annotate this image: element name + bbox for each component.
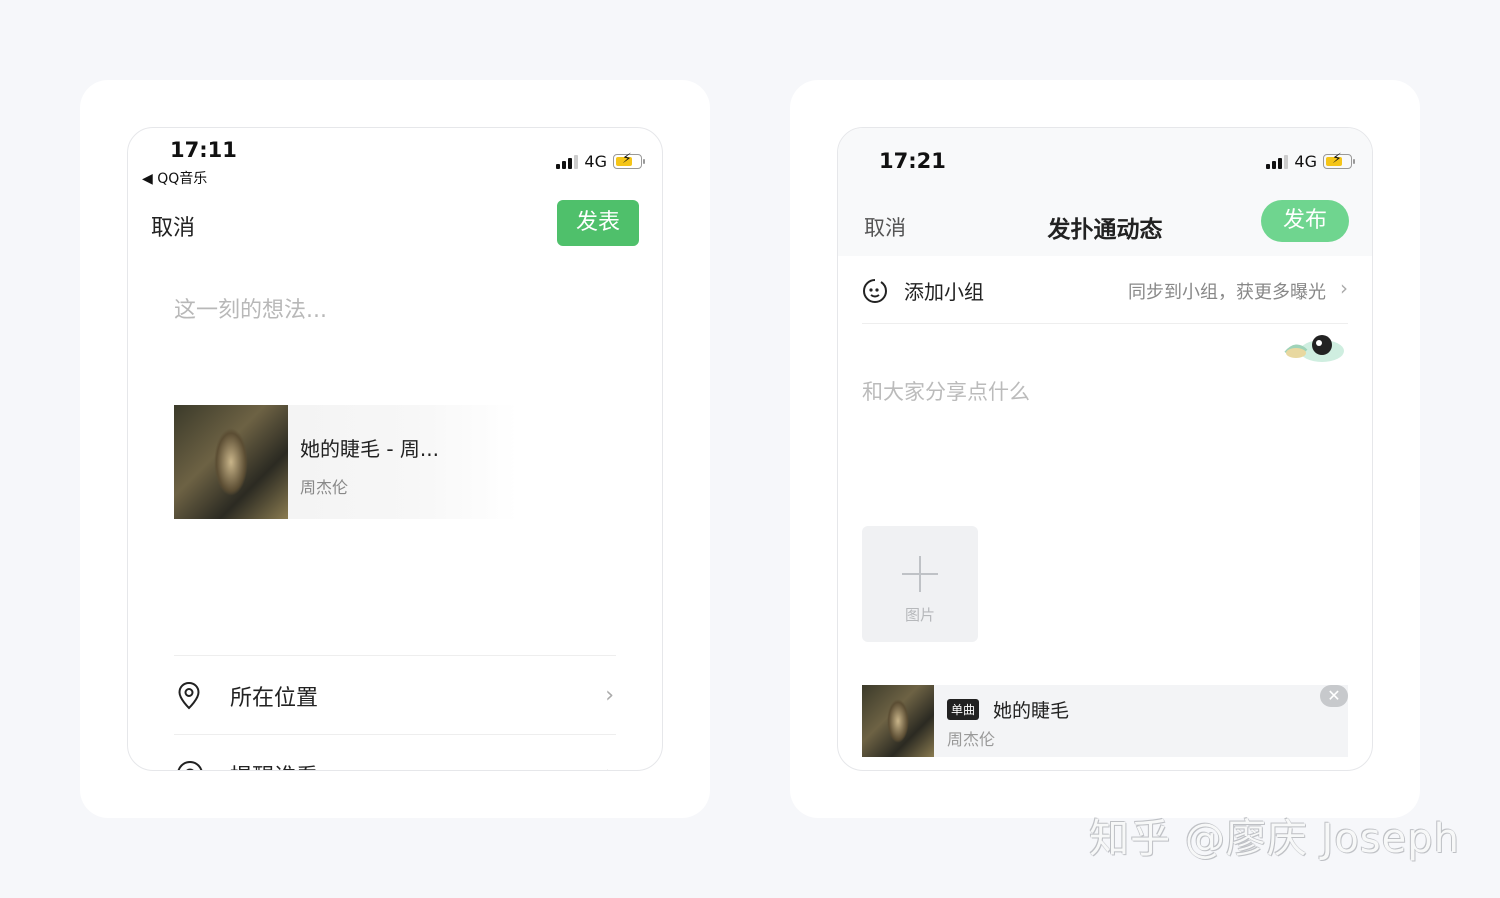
right-phone-screen: 17:21 4G ⚡ 取消 发扑通动态 发布 添加小组 同步到小组，获更多曝光 …: [837, 127, 1373, 771]
status-time: 17:21: [879, 149, 946, 173]
plus-icon: [902, 556, 938, 592]
location-pin-icon: [178, 681, 200, 710]
mention-label: 提醒谁看: [230, 759, 318, 770]
signal-icon: [1266, 154, 1289, 169]
cancel-button[interactable]: 取消: [151, 210, 195, 242]
status-bar: 17:11 ◀ QQ音乐 4G ⚡: [128, 128, 662, 198]
add-group-label: 添加小组: [904, 280, 984, 304]
song-card[interactable]: 她的睫毛 - 周... 周杰伦: [174, 405, 518, 519]
location-row[interactable]: 所在位置 ›: [174, 655, 616, 733]
watermark: 知乎 @廖庆 Joseph: [1089, 816, 1460, 862]
close-icon[interactable]: ✕: [1320, 685, 1348, 707]
status-bar: 17:21 4G ⚡: [838, 128, 1372, 198]
network-label: 4G: [584, 152, 607, 171]
album-cover: [174, 405, 288, 519]
add-image-button[interactable]: 图片: [862, 526, 978, 642]
group-smiley-icon: [863, 279, 887, 303]
add-group-hint: 同步到小组，获更多曝光: [1128, 282, 1326, 303]
right-card: 17:21 4G ⚡ 取消 发扑通动态 发布 添加小组 同步到小组，获更多曝光 …: [790, 80, 1420, 818]
left-card: 17:11 ◀ QQ音乐 4G ⚡ 取消 发表 这一刻的想法... 她的睫毛 -…: [80, 80, 710, 818]
location-label: 所在位置: [230, 686, 319, 711]
nav-bar: 取消 发表: [128, 198, 662, 248]
battery-icon: ⚡: [613, 152, 645, 169]
song-title: 她的睫毛 - 周...: [300, 437, 440, 461]
song-artist: 周杰伦: [300, 478, 349, 497]
chevron-right-icon: ›: [605, 683, 614, 708]
status-indicators: 4G ⚡: [1266, 152, 1355, 171]
music-attachment[interactable]: 单曲 她的睫毛 周杰伦 ✕: [862, 685, 1348, 757]
music-artist: 周杰伦: [947, 730, 996, 749]
signal-icon: [556, 154, 579, 169]
network-label: 4G: [1294, 152, 1317, 171]
publish-button[interactable]: 发表: [557, 200, 639, 246]
status-indicators: 4G ⚡: [556, 152, 645, 171]
post-text-input[interactable]: 这一刻的想法...: [174, 292, 327, 324]
album-cover: [862, 685, 934, 757]
chevron-right-icon: ›: [605, 762, 614, 770]
nav-bar: 取消 发扑通动态 发布: [838, 198, 1372, 248]
back-to-app-link[interactable]: ◀ QQ音乐: [142, 168, 207, 188]
at-icon: [177, 761, 203, 770]
publish-button[interactable]: 发布: [1261, 200, 1349, 242]
status-time: 17:11: [170, 138, 237, 162]
post-text-input[interactable]: 和大家分享点什么: [862, 376, 1030, 406]
mention-row[interactable]: 提醒谁看 ›: [174, 734, 616, 770]
mascot-icon: [1284, 335, 1344, 362]
chevron-right-icon: ›: [1340, 276, 1348, 300]
single-badge: 单曲: [947, 699, 980, 720]
left-phone-screen: 17:11 ◀ QQ音乐 4G ⚡ 取消 发表 这一刻的想法... 她的睫毛 -…: [127, 127, 663, 771]
battery-icon: ⚡: [1323, 152, 1355, 169]
music-title: 她的睫毛: [993, 700, 1070, 722]
add-group-row[interactable]: 添加小组 同步到小组，获更多曝光 ›: [862, 258, 1348, 324]
add-image-label: 图片: [904, 606, 935, 624]
